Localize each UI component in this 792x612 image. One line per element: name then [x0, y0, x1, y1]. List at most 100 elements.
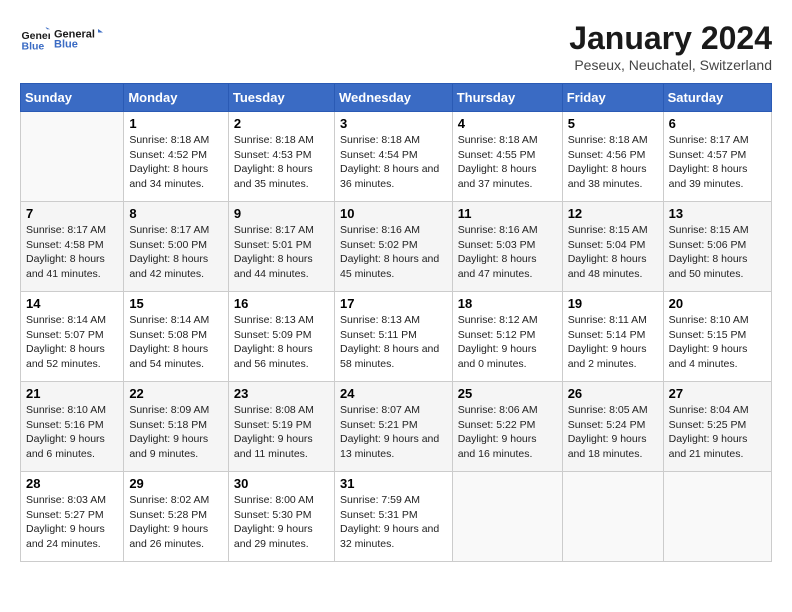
- day-info: Sunrise: 8:17 AMSunset: 5:00 PMDaylight:…: [129, 223, 223, 282]
- day-number: 4: [458, 116, 557, 131]
- day-cell: 25 Sunrise: 8:06 AMSunset: 5:22 PMDayligh…: [452, 382, 562, 472]
- day-info: Sunrise: 8:18 AMSunset: 4:53 PMDaylight:…: [234, 133, 329, 192]
- day-number: 9: [234, 206, 329, 221]
- day-number: 21: [26, 386, 118, 401]
- day-info: Sunrise: 8:00 AMSunset: 5:30 PMDaylight:…: [234, 493, 329, 552]
- week-row-2: 7Sunrise: 8:17 AMSunset: 4:58 PMDaylight…: [21, 202, 772, 292]
- day-cell: 27Sunrise: 8:04 AMSunset: 5:25 PMDayligh…: [663, 382, 771, 472]
- day-cell: 31 Sunrise: 7:59 AMSunset: 5:31 PMDayligh…: [334, 472, 452, 562]
- title-block: January 2024 Peseux, Neuchatel, Switzerl…: [569, 20, 772, 73]
- day-cell: 4 Sunrise: 8:18 AMSunset: 4:55 PMDaylight…: [452, 112, 562, 202]
- day-number: 24: [340, 386, 447, 401]
- day-cell: 22Sunrise: 8:09 AMSunset: 5:18 PMDayligh…: [124, 382, 229, 472]
- page-header: General Blue General Blue January 2024 P…: [20, 20, 772, 73]
- logo-svg: General Blue: [54, 20, 104, 58]
- day-number: 23: [234, 386, 329, 401]
- day-info: Sunrise: 8:16 AMSunset: 5:02 PMDaylight:…: [340, 223, 447, 282]
- day-number: 27: [669, 386, 766, 401]
- day-info: Sunrise: 8:14 AMSunset: 5:07 PMDaylight:…: [26, 313, 118, 372]
- day-cell: 5 Sunrise: 8:18 AMSunset: 4:56 PMDaylight…: [562, 112, 663, 202]
- day-info: Sunrise: 8:13 AMSunset: 5:09 PMDaylight:…: [234, 313, 329, 372]
- day-number: 5: [568, 116, 658, 131]
- day-number: 15: [129, 296, 223, 311]
- day-number: 28: [26, 476, 118, 491]
- svg-text:Blue: Blue: [54, 39, 78, 51]
- week-row-4: 21 Sunrise: 8:10 AMSunset: 5:16 PMDayligh…: [21, 382, 772, 472]
- header-day-tuesday: Tuesday: [228, 84, 334, 112]
- day-number: 10: [340, 206, 447, 221]
- header-day-friday: Friday: [562, 84, 663, 112]
- day-number: 30: [234, 476, 329, 491]
- day-info: Sunrise: 8:17 AMSunset: 5:01 PMDaylight:…: [234, 223, 329, 282]
- header-day-saturday: Saturday: [663, 84, 771, 112]
- day-cell: 23 Sunrise: 8:08 AMSunset: 5:19 PMDayligh…: [228, 382, 334, 472]
- day-cell: 3 Sunrise: 8:18 AMSunset: 4:54 PMDaylight…: [334, 112, 452, 202]
- header-day-wednesday: Wednesday: [334, 84, 452, 112]
- header-day-sunday: Sunday: [21, 84, 124, 112]
- day-cell: 2 Sunrise: 8:18 AMSunset: 4:53 PMDaylight…: [228, 112, 334, 202]
- day-info: Sunrise: 8:13 AMSunset: 5:11 PMDaylight:…: [340, 313, 447, 372]
- day-number: 18: [458, 296, 557, 311]
- day-number: 19: [568, 296, 658, 311]
- day-info: Sunrise: 8:06 AMSunset: 5:22 PMDaylight:…: [458, 403, 557, 462]
- day-cell: 12Sunrise: 8:15 AMSunset: 5:04 PMDayligh…: [562, 202, 663, 292]
- day-cell: 17 Sunrise: 8:13 AMSunset: 5:11 PMDayligh…: [334, 292, 452, 382]
- day-info: Sunrise: 8:10 AMSunset: 5:16 PMDaylight:…: [26, 403, 118, 462]
- day-number: 8: [129, 206, 223, 221]
- day-cell: 30 Sunrise: 8:00 AMSunset: 5:30 PMDayligh…: [228, 472, 334, 562]
- day-number: 3: [340, 116, 447, 131]
- day-number: 1: [129, 116, 223, 131]
- day-number: 11: [458, 206, 557, 221]
- day-number: 31: [340, 476, 447, 491]
- day-info: Sunrise: 8:18 AMSunset: 4:52 PMDaylight:…: [129, 133, 223, 192]
- day-cell: 15Sunrise: 8:14 AMSunset: 5:08 PMDayligh…: [124, 292, 229, 382]
- week-row-1: 1 Sunrise: 8:18 AMSunset: 4:52 PMDaylight…: [21, 112, 772, 202]
- day-cell: 24 Sunrise: 8:07 AMSunset: 5:21 PMDayligh…: [334, 382, 452, 472]
- day-number: 17: [340, 296, 447, 311]
- day-cell: 21 Sunrise: 8:10 AMSunset: 5:16 PMDayligh…: [21, 382, 124, 472]
- logo: General Blue General Blue: [20, 20, 104, 58]
- day-number: 16: [234, 296, 329, 311]
- day-cell: 18 Sunrise: 8:12 AMSunset: 5:12 PMDayligh…: [452, 292, 562, 382]
- day-cell: 10 Sunrise: 8:16 AMSunset: 5:02 PMDayligh…: [334, 202, 452, 292]
- day-number: 2: [234, 116, 329, 131]
- day-cell: 20Sunrise: 8:10 AMSunset: 5:15 PMDayligh…: [663, 292, 771, 382]
- day-number: 26: [568, 386, 658, 401]
- day-cell: [452, 472, 562, 562]
- header-day-monday: Monday: [124, 84, 229, 112]
- day-info: Sunrise: 8:16 AMSunset: 5:03 PMDaylight:…: [458, 223, 557, 282]
- day-cell: [562, 472, 663, 562]
- day-info: Sunrise: 8:15 AMSunset: 5:06 PMDaylight:…: [669, 223, 766, 282]
- day-info: Sunrise: 8:18 AMSunset: 4:56 PMDaylight:…: [568, 133, 658, 192]
- day-cell: 14 Sunrise: 8:14 AMSunset: 5:07 PMDayligh…: [21, 292, 124, 382]
- day-cell: 8 Sunrise: 8:17 AMSunset: 5:00 PMDaylight…: [124, 202, 229, 292]
- week-row-3: 14 Sunrise: 8:14 AMSunset: 5:07 PMDayligh…: [21, 292, 772, 382]
- day-info: Sunrise: 8:07 AMSunset: 5:21 PMDaylight:…: [340, 403, 447, 462]
- calendar-table: SundayMondayTuesdayWednesdayThursdayFrid…: [20, 83, 772, 562]
- day-cell: 16 Sunrise: 8:13 AMSunset: 5:09 PMDayligh…: [228, 292, 334, 382]
- calendar-header-row: SundayMondayTuesdayWednesdayThursdayFrid…: [21, 84, 772, 112]
- day-info: Sunrise: 8:08 AMSunset: 5:19 PMDaylight:…: [234, 403, 329, 462]
- page-subtitle: Peseux, Neuchatel, Switzerland: [569, 57, 772, 73]
- day-number: 20: [669, 296, 766, 311]
- day-info: Sunrise: 8:03 AMSunset: 5:27 PMDaylight:…: [26, 493, 118, 552]
- day-info: Sunrise: 8:12 AMSunset: 5:12 PMDaylight:…: [458, 313, 557, 372]
- day-info: Sunrise: 8:18 AMSunset: 4:55 PMDaylight:…: [458, 133, 557, 192]
- day-info: Sunrise: 8:02 AMSunset: 5:28 PMDaylight:…: [129, 493, 223, 552]
- week-row-5: 28 Sunrise: 8:03 AMSunset: 5:27 PMDayligh…: [21, 472, 772, 562]
- day-number: 7: [26, 206, 118, 221]
- day-info: Sunrise: 8:05 AMSunset: 5:24 PMDaylight:…: [568, 403, 658, 462]
- day-info: Sunrise: 7:59 AMSunset: 5:31 PMDaylight:…: [340, 493, 447, 552]
- day-info: Sunrise: 8:15 AMSunset: 5:04 PMDaylight:…: [568, 223, 658, 282]
- day-info: Sunrise: 8:09 AMSunset: 5:18 PMDaylight:…: [129, 403, 223, 462]
- day-number: 25: [458, 386, 557, 401]
- day-cell: 6Sunrise: 8:17 AMSunset: 4:57 PMDaylight…: [663, 112, 771, 202]
- day-info: Sunrise: 8:11 AMSunset: 5:14 PMDaylight:…: [568, 313, 658, 372]
- day-cell: [21, 112, 124, 202]
- day-info: Sunrise: 8:18 AMSunset: 4:54 PMDaylight:…: [340, 133, 447, 192]
- day-cell: 29Sunrise: 8:02 AMSunset: 5:28 PMDayligh…: [124, 472, 229, 562]
- day-cell: 19 Sunrise: 8:11 AMSunset: 5:14 PMDayligh…: [562, 292, 663, 382]
- svg-text:Blue: Blue: [22, 41, 45, 53]
- day-cell: 11 Sunrise: 8:16 AMSunset: 5:03 PMDayligh…: [452, 202, 562, 292]
- day-number: 14: [26, 296, 118, 311]
